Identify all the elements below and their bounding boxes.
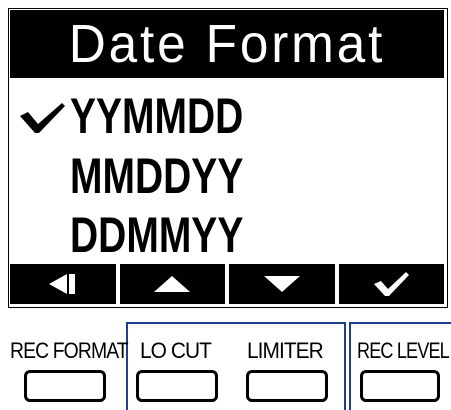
back-arrow-icon	[48, 274, 75, 294]
selected-check-icon	[20, 103, 65, 133]
lo-cut-button[interactable]	[136, 370, 218, 402]
rec-format-button[interactable]	[24, 370, 106, 402]
down-button[interactable]	[229, 264, 335, 304]
screen-title: Date Format	[68, 14, 386, 74]
option-yymmdd[interactable]: YYMMDD	[70, 88, 243, 144]
limiter-label: LIMITER	[247, 338, 324, 363]
up-button[interactable]	[119, 264, 225, 304]
rec-format-label: REC FORMAT	[10, 338, 129, 363]
down-arrow-icon	[263, 276, 300, 292]
option-ddmmyy[interactable]: DDMMYY	[70, 207, 243, 263]
title-bar: Date Format	[10, 10, 444, 78]
rec-level-button[interactable]	[360, 370, 440, 402]
confirm-button[interactable]	[338, 264, 444, 304]
lo-cut-label: LO CUT	[140, 338, 212, 363]
rec-level-label: REC LEVEL	[357, 338, 450, 363]
limiter-button[interactable]	[246, 370, 328, 402]
option-mmddyy[interactable]: MMDDYY	[70, 148, 243, 204]
up-arrow-icon	[154, 276, 191, 292]
back-button[interactable]	[10, 264, 116, 304]
nav-bar	[10, 264, 444, 304]
confirm-check-icon	[374, 272, 410, 296]
